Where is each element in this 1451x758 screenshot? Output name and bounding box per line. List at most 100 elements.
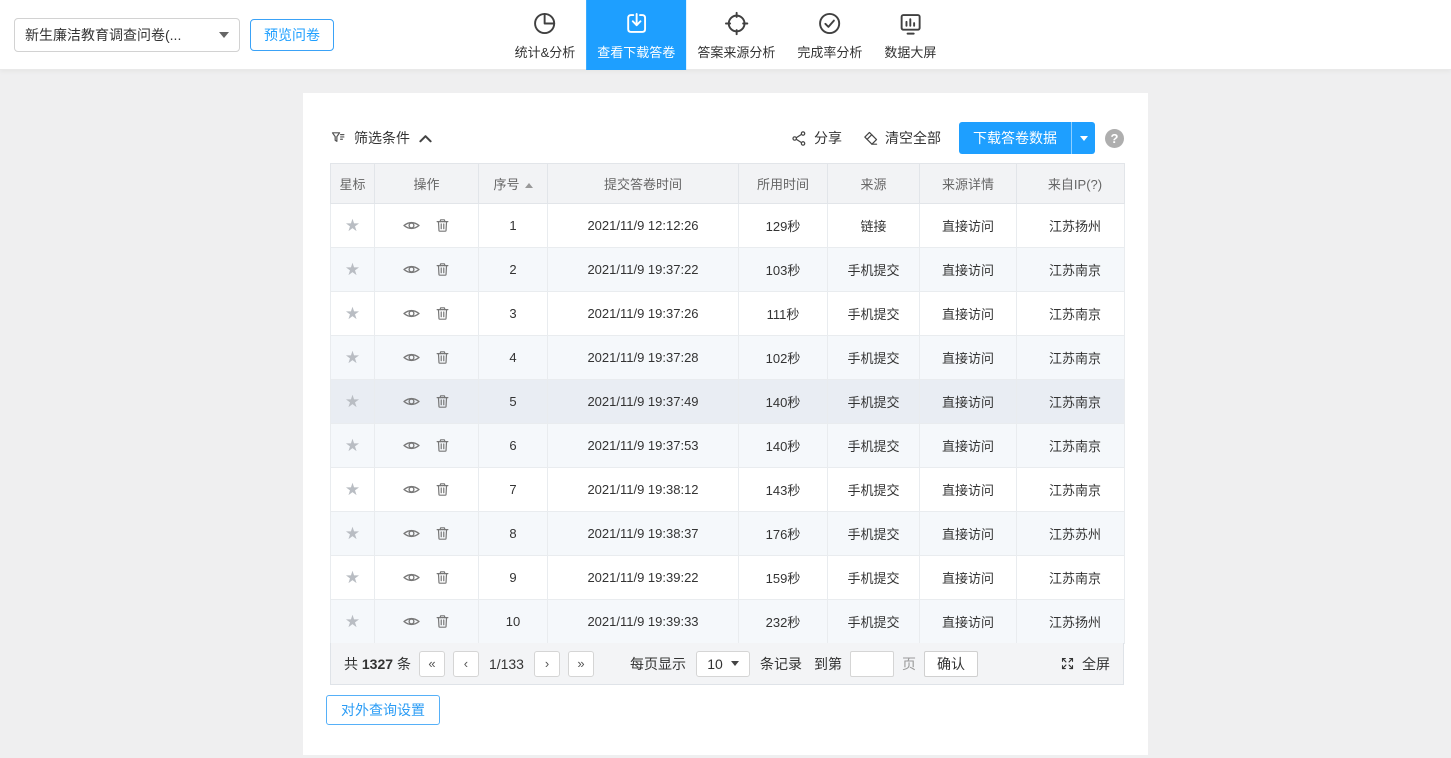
table-row: ★72021/11/9 19:38:12143秒手机提交直接访问江苏南京 (331, 468, 1125, 512)
table-row: ★92021/11/9 19:39:22159秒手机提交直接访问江苏南京 (331, 556, 1125, 600)
expand-icon (1060, 656, 1075, 671)
source-detail-cell: 直接访问 (920, 600, 1017, 644)
source-cell: 手机提交 (828, 248, 920, 292)
ip-cell: 江苏南京 (1017, 424, 1125, 468)
filter-toggle[interactable]: 筛选条件 (330, 128, 432, 148)
delete-answer-icon[interactable] (434, 261, 451, 278)
per-page-select[interactable]: 10 (696, 651, 750, 677)
delete-answer-icon[interactable] (434, 305, 451, 322)
submit-time-cell: 2021/11/9 19:37:22 (548, 248, 739, 292)
survey-select[interactable]: 新生廉洁教育调查问卷(... (14, 18, 240, 52)
tab-check-circle[interactable]: 完成率分析 (786, 0, 873, 70)
ip-cell: 江苏扬州 (1017, 600, 1125, 644)
source-cell: 手机提交 (828, 424, 920, 468)
pie-chart-icon (531, 10, 558, 37)
help-button[interactable]: ? (1105, 129, 1124, 148)
source-cell: 手机提交 (828, 600, 920, 644)
source-detail-cell: 直接访问 (920, 424, 1017, 468)
column-header-3[interactable]: 序号 (479, 164, 548, 204)
column-header-5: 所用时间 (739, 164, 828, 204)
star-icon[interactable]: ★ (345, 437, 360, 454)
target-icon (723, 10, 750, 37)
seq-cell: 1 (479, 204, 548, 248)
view-answer-icon[interactable] (402, 392, 421, 411)
view-answer-icon[interactable] (402, 436, 421, 455)
submit-time-cell: 2021/11/9 19:38:37 (548, 512, 739, 556)
duration-cell: 102秒 (739, 336, 828, 380)
delete-answer-icon[interactable] (434, 217, 451, 234)
clear-all-button[interactable]: 清空全部 (862, 128, 941, 148)
tab-download[interactable]: 查看下载答卷 (586, 0, 686, 70)
delete-answer-icon[interactable] (434, 613, 451, 630)
delete-answer-icon[interactable] (434, 437, 451, 454)
download-options-arrow[interactable] (1071, 122, 1095, 154)
view-answer-icon[interactable] (402, 304, 421, 323)
star-icon[interactable]: ★ (345, 261, 360, 278)
submit-time-cell: 2021/11/9 19:39:22 (548, 556, 739, 600)
ip-cell: 江苏南京 (1017, 292, 1125, 336)
seq-cell: 4 (479, 336, 548, 380)
download-answers-button[interactable]: 下载答卷数据 (959, 122, 1071, 154)
star-icon[interactable]: ★ (345, 613, 360, 630)
total-count-value: 1327 (362, 656, 393, 672)
view-answer-icon[interactable] (402, 260, 421, 279)
view-answer-icon[interactable] (402, 216, 421, 235)
source-cell: 手机提交 (828, 336, 920, 380)
source-detail-cell: 直接访问 (920, 248, 1017, 292)
star-icon[interactable]: ★ (345, 569, 360, 586)
view-answer-icon[interactable] (402, 480, 421, 499)
preview-survey-button[interactable]: 预览问卷 (250, 19, 334, 51)
download-split-button: 下载答卷数据 (959, 122, 1095, 154)
delete-answer-icon[interactable] (434, 349, 451, 366)
table-header-row: 星标操作序号提交答卷时间所用时间来源来源详情来自IP(?) (331, 164, 1125, 204)
share-button[interactable]: 分享 (791, 128, 842, 148)
page-indicator: 1/133 (489, 656, 524, 672)
table-row: ★32021/11/9 19:37:26111秒手机提交直接访问江苏南京 (331, 292, 1125, 336)
source-cell: 手机提交 (828, 556, 920, 600)
external-query-settings-button[interactable]: 对外查询设置 (326, 695, 440, 725)
seq-cell: 7 (479, 468, 548, 512)
tab-dashboard[interactable]: 数据大屏 (873, 0, 947, 70)
tab-label: 答案来源分析 (697, 42, 775, 61)
ip-cell: 江苏南京 (1017, 556, 1125, 600)
fullscreen-button[interactable]: 全屏 (1060, 654, 1110, 674)
duration-cell: 103秒 (739, 248, 828, 292)
ip-cell: 江苏南京 (1017, 248, 1125, 292)
page-suffix-label: 页 (902, 654, 916, 674)
table-row: ★102021/11/9 19:39:33232秒手机提交直接访问江苏扬州 (331, 600, 1125, 644)
tab-label: 数据大屏 (884, 42, 936, 61)
fullscreen-label: 全屏 (1082, 654, 1110, 674)
view-answer-icon[interactable] (402, 348, 421, 367)
view-answer-icon[interactable] (402, 612, 421, 631)
prev-page-button[interactable]: ‹ (453, 651, 479, 677)
star-icon[interactable]: ★ (345, 525, 360, 542)
star-icon[interactable]: ★ (345, 217, 360, 234)
tab-pie-chart[interactable]: 统计&分析 (504, 0, 587, 70)
goto-page-input[interactable] (850, 651, 894, 677)
confirm-button[interactable]: 确认 (924, 651, 978, 677)
star-icon[interactable]: ★ (345, 349, 360, 366)
first-page-button[interactable]: « (419, 651, 445, 677)
delete-answer-icon[interactable] (434, 481, 451, 498)
table-row: ★22021/11/9 19:37:22103秒手机提交直接访问江苏南京 (331, 248, 1125, 292)
last-page-button[interactable]: » (568, 651, 594, 677)
star-icon[interactable]: ★ (345, 393, 360, 410)
delete-answer-icon[interactable] (434, 525, 451, 542)
view-answer-icon[interactable] (402, 568, 421, 587)
star-icon[interactable]: ★ (345, 305, 360, 322)
view-answer-icon[interactable] (402, 524, 421, 543)
star-icon[interactable]: ★ (345, 481, 360, 498)
per-page-label: 每页显示 (630, 654, 686, 674)
tab-label: 完成率分析 (797, 42, 862, 61)
delete-answer-icon[interactable] (434, 569, 451, 586)
chevron-down-icon (731, 661, 739, 666)
table-row: ★12021/11/9 12:12:26129秒链接直接访问江苏扬州 (331, 204, 1125, 248)
delete-answer-icon[interactable] (434, 393, 451, 410)
tab-target[interactable]: 答案来源分析 (686, 0, 786, 70)
ip-cell: 江苏南京 (1017, 380, 1125, 424)
responses-panel: 筛选条件 分享 (303, 93, 1148, 755)
table-row: ★62021/11/9 19:37:53140秒手机提交直接访问江苏南京 (331, 424, 1125, 468)
survey-select-value: 新生廉洁教育调查问卷(... (25, 25, 213, 45)
share-label: 分享 (814, 128, 842, 148)
next-page-button[interactable]: › (534, 651, 560, 677)
